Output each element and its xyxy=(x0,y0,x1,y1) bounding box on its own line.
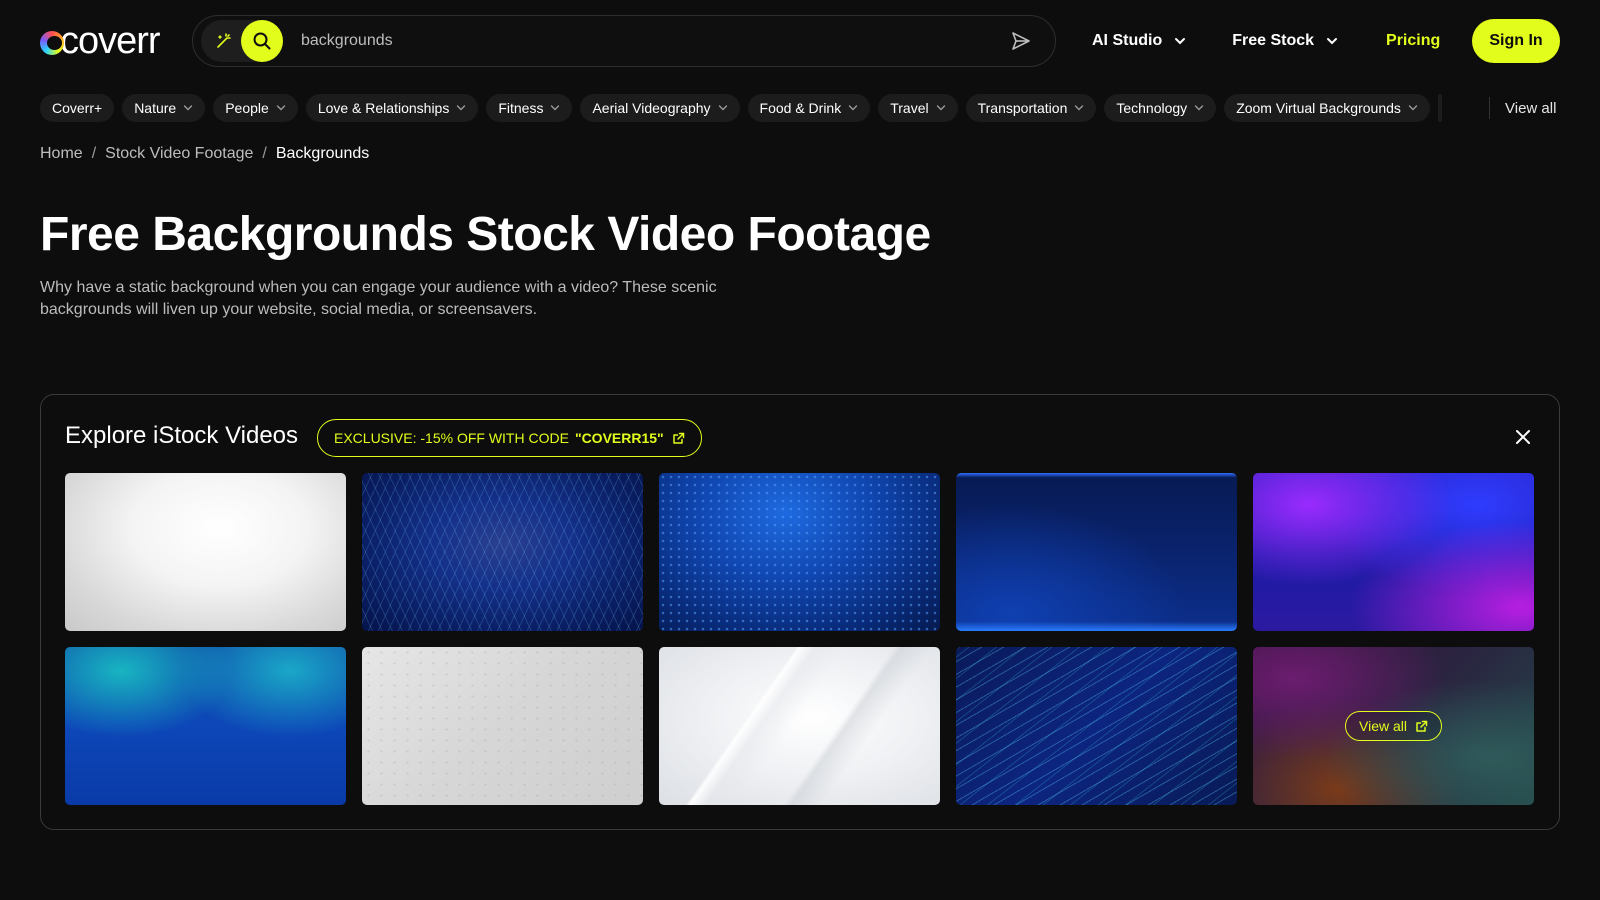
breadcrumb-separator: / xyxy=(262,145,267,162)
chevron-down-icon xyxy=(848,105,858,111)
chevron-down-icon xyxy=(1174,37,1186,45)
category-pill-label: Love & Relationships xyxy=(317,100,450,116)
category-pill[interactable]: Zoom Virtual Backgrounds xyxy=(1224,94,1430,122)
category-bar: Coverr+ Nature People Love & Relationships F… xyxy=(40,94,1470,122)
chevron-down-icon xyxy=(1074,105,1084,111)
chevron-down-icon xyxy=(718,105,728,111)
promo-code: "COVERR15" xyxy=(574,430,664,446)
logo-mark-icon xyxy=(40,31,64,55)
magic-wand-icon[interactable] xyxy=(213,30,235,52)
category-pill-label: Food & Drink xyxy=(759,100,842,116)
category-pill[interactable]: Travel xyxy=(878,94,958,122)
logo-wordmark: coverr xyxy=(60,19,161,62)
external-link-icon xyxy=(1415,720,1428,733)
istock-thumbnail-grid: View all xyxy=(65,473,1534,805)
category-pill-label: People xyxy=(225,100,269,116)
category-pill[interactable]: Technology xyxy=(1104,94,1217,122)
chevron-down-icon xyxy=(276,105,286,111)
thumbnail-blue-particle-streaks[interactable] xyxy=(956,647,1237,805)
category-pill[interactable]: Aerial Videography xyxy=(580,94,740,122)
thumbnail-white-abstract-waves[interactable] xyxy=(659,647,940,805)
category-pill-label: Fitness xyxy=(498,100,544,116)
istock-panel: Explore iStock Videos EXCLUSIVE: -15% OF… xyxy=(40,394,1560,830)
category-pill-label: Nature xyxy=(134,100,177,116)
nav-pricing[interactable]: Pricing xyxy=(1386,15,1440,67)
close-icon[interactable] xyxy=(1511,425,1535,449)
external-link-icon xyxy=(672,432,685,445)
breadcrumb-home[interactable]: Home xyxy=(40,145,83,163)
category-pill-label: Coverr+ xyxy=(52,100,103,116)
chevron-down-icon xyxy=(456,105,466,111)
chevron-down-icon xyxy=(550,105,560,111)
nav-ai-studio[interactable]: AI Studio xyxy=(1092,15,1186,67)
category-pill-label: Travel xyxy=(890,100,929,116)
category-pill[interactable]: Transportation xyxy=(965,94,1097,122)
category-divider xyxy=(1489,97,1490,119)
category-pill[interactable]: Love & Relationships xyxy=(305,94,479,122)
breadcrumb-current: Backgrounds xyxy=(275,145,370,162)
send-icon[interactable] xyxy=(1001,21,1041,61)
nav-free-stock[interactable]: Free Stock xyxy=(1232,15,1338,67)
top-header: coverr backgrounds AI Studio Free Stock … xyxy=(40,15,1560,67)
category-pill[interactable]: Food & Drink xyxy=(747,94,871,122)
category-pill-label: Transportation xyxy=(977,100,1068,116)
category-pill-label: Technology xyxy=(1116,100,1188,116)
chevron-down-icon xyxy=(1408,105,1418,111)
thumbnail-dark-blue-gradient[interactable] xyxy=(956,473,1237,631)
category-pill[interactable]: Nature xyxy=(122,94,206,122)
category-pill-label: Aerial Videography xyxy=(592,100,711,116)
istock-view-all-button[interactable]: View all xyxy=(1345,711,1442,741)
ai-search-toggle[interactable] xyxy=(201,20,283,62)
istock-view-all-label: View all xyxy=(1359,718,1407,734)
search-input[interactable] xyxy=(283,32,1001,50)
nav-free-stock-label: Free Stock xyxy=(1232,32,1315,49)
page-title: Free Backgrounds Stock Video Footage xyxy=(40,208,931,261)
breadcrumb-separator: / xyxy=(91,145,97,162)
category-pill[interactable]: Coverr+ xyxy=(40,94,115,122)
category-pill[interactable]: People xyxy=(213,94,298,122)
view-all-categories-link[interactable]: View all xyxy=(1505,96,1556,120)
sign-in-button[interactable]: Sign In xyxy=(1472,19,1560,63)
coverr-logo[interactable]: coverr xyxy=(40,15,176,67)
category-pill-overflow xyxy=(1437,94,1442,122)
thumbnail-view-all[interactable]: View all xyxy=(1253,647,1534,805)
chevron-down-icon xyxy=(1326,37,1338,45)
thumbnail-blue-digital-tunnel[interactable] xyxy=(362,473,643,631)
search-icon[interactable] xyxy=(241,20,283,62)
thumbnail-teal-blue-gradient[interactable] xyxy=(65,647,346,805)
thumbnail-grey-concrete-texture[interactable] xyxy=(362,647,643,805)
category-pill-label: Zoom Virtual Backgrounds xyxy=(1236,100,1401,116)
thumbnail-blue-dot-matrix[interactable] xyxy=(659,473,940,631)
search-bar xyxy=(192,15,1056,67)
page-description: Why have a static background when you ca… xyxy=(40,279,717,318)
breadcrumb: Home / Stock Video Footage / Backgrounds xyxy=(40,143,369,165)
chevron-down-icon xyxy=(936,105,946,111)
chevron-down-icon xyxy=(1194,105,1204,111)
istock-panel-title: Explore iStock Videos xyxy=(65,422,299,449)
thumbnail-white-studio-background[interactable] xyxy=(65,473,346,631)
chevron-down-icon xyxy=(183,105,193,111)
nav-ai-studio-label: AI Studio xyxy=(1092,32,1163,49)
category-pill[interactable]: Fitness xyxy=(486,94,573,122)
promo-code-badge[interactable]: EXCLUSIVE: -15% OFF WITH CODE "COVERR15" xyxy=(317,419,702,457)
thumbnail-purple-blue-gradient[interactable] xyxy=(1253,473,1534,631)
promo-text: EXCLUSIVE: -15% OFF WITH CODE xyxy=(334,430,569,446)
breadcrumb-stock-video-footage[interactable]: Stock Video Footage xyxy=(105,145,253,163)
